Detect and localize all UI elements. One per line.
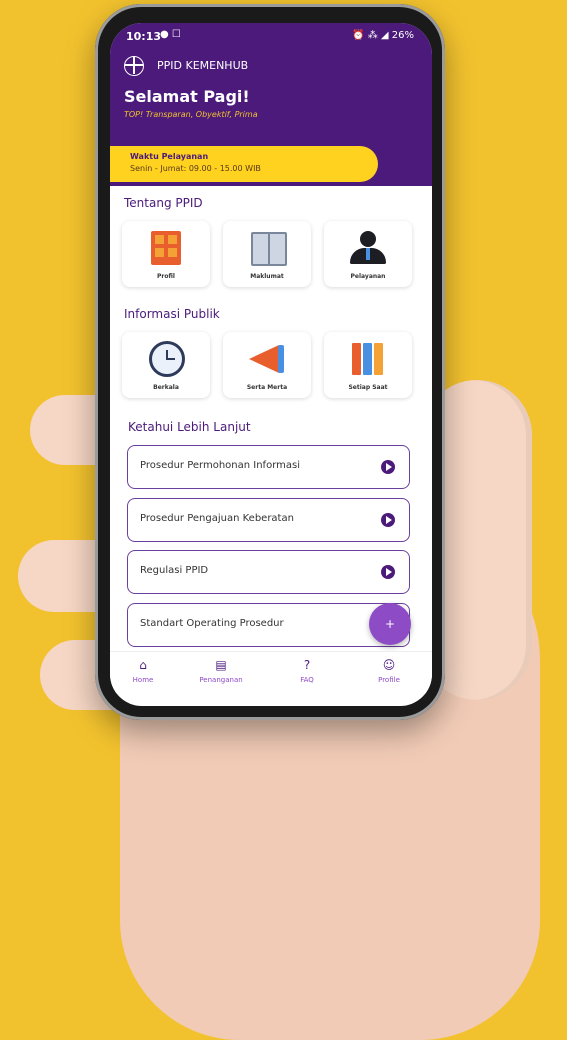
brand-row: PPID KEMENHUB [124,56,424,76]
building-icon [151,231,181,265]
link-label: Prosedur Permohonan Informasi [140,460,300,471]
link-label: Prosedur Pengajuan Keberatan [140,513,294,524]
megaphone-icon-handle [278,345,284,373]
brand-title: PPID KEMENHUB [157,59,249,72]
question-icon: ? [303,658,311,672]
book-icon [251,232,287,266]
tile-setiap-saat[interactable]: Setiap Saat [324,332,412,398]
tile-label: Maklumat [250,273,284,280]
arrow-right-icon [381,460,395,474]
binders-icon [352,343,384,375]
nav-profile[interactable]: ☺ Profile [354,658,424,684]
link-prosedur-permohonan[interactable]: Prosedur Permohonan Informasi [127,445,410,489]
app-header: 10:13 ● ☐ ⏰ ⁂ ◢ 26% PPID KEMENHUB Selama… [110,23,432,186]
person-icon-tie [366,248,370,260]
status-time: 10:13 [126,30,162,43]
tile-serta-merta[interactable]: Serta Merta [223,332,311,398]
nav-label: Profile [378,676,400,684]
fab-add-button[interactable]: + [369,603,411,645]
status-battery: ⏰ ⁂ ◢ 26% [352,30,414,41]
home-icon: ⌂ [139,658,147,672]
link-sop[interactable]: Standart Operating Prosedur [127,603,410,647]
service-title: Waktu Pelayanan [130,152,209,161]
phone-screen: 10:13 ● ☐ ⏰ ⁂ ◢ 26% PPID KEMENHUB Selama… [110,23,432,706]
tile-label: Setiap Saat [348,384,388,391]
tile-label: Pelayanan [350,273,386,280]
arrow-right-icon [381,565,395,579]
link-label: Standart Operating Prosedur [140,618,284,629]
tile-label: Profil [157,273,175,280]
section-title-lanjut: Ketahui Lebih Lanjut [128,420,251,434]
globe-icon [124,56,144,76]
person-icon [360,231,376,247]
nav-label: Penanganan [199,676,243,684]
status-notification-icons: ● ☐ [160,29,181,40]
service-hours: Senin - Jumat: 09.00 - 15.00 WIB [130,164,261,173]
section-title-informasi: Informasi Publik [124,307,220,321]
tile-pelayanan[interactable]: Pelayanan [324,221,412,287]
tile-berkala[interactable]: Berkala [122,332,210,398]
nav-label: FAQ [300,676,314,684]
nav-home[interactable]: ⌂ Home [110,658,178,684]
clock-icon [149,341,185,377]
tile-maklumat[interactable]: Maklumat [223,221,311,287]
nav-label: Home [132,676,154,684]
bottom-nav: ⌂ Home ▤ Penanganan ? FAQ ☺ Profile [110,651,432,694]
status-bar: 10:13 ● ☐ ⏰ ⁂ ◢ 26% [110,23,432,51]
user-icon: ☺ [382,658,396,672]
tile-label: Berkala [153,384,179,391]
link-label: Regulasi PPID [140,565,209,576]
hand-wrist [170,700,530,960]
tile-profil[interactable]: Profil [122,221,210,287]
greeting-title: Selamat Pagi! [124,87,250,106]
megaphone-icon [249,345,279,373]
link-regulasi-ppid[interactable]: Regulasi PPID [127,550,410,594]
service-hours-card: Waktu Pelayanan Senin - Jumat: 09.00 - 1… [110,146,378,182]
section-title-tentang: Tentang PPID [124,196,203,210]
link-prosedur-keberatan[interactable]: Prosedur Pengajuan Keberatan [127,498,410,542]
document-icon: ▤ [215,658,227,672]
greeting-tagline: TOP! Transparan, Obyektif, Prima [124,110,258,119]
arrow-right-icon [381,513,395,527]
tile-label: Serta Merta [246,384,288,391]
nav-penanganan[interactable]: ▤ Penanganan [186,658,256,684]
nav-faq[interactable]: ? FAQ [272,658,342,684]
